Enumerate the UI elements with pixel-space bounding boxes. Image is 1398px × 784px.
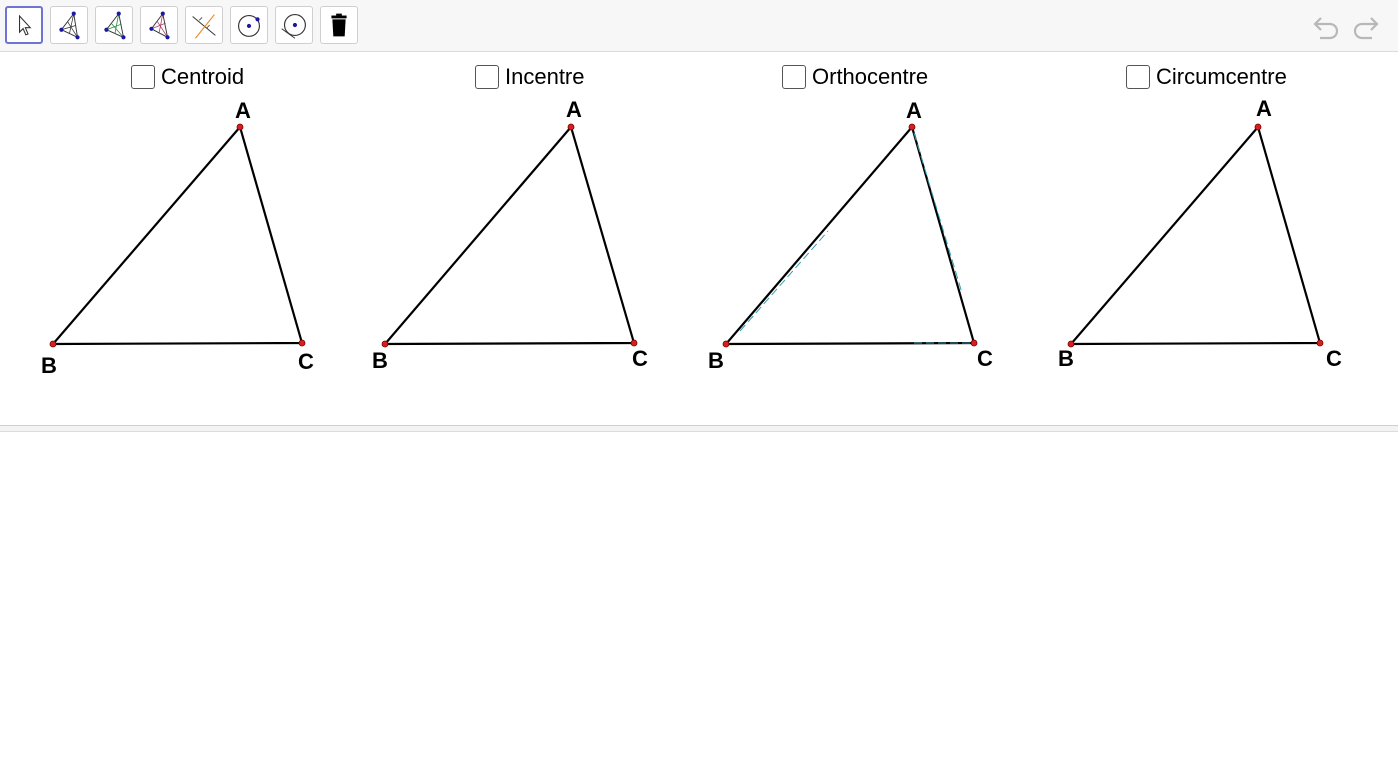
circle-through-point-tool-button[interactable] xyxy=(275,6,313,44)
redo-button[interactable] xyxy=(1350,12,1380,40)
orthocentre-tool-button[interactable] xyxy=(140,6,178,44)
vertex-point-c[interactable] xyxy=(1316,339,1324,347)
vertex-point-a[interactable] xyxy=(236,123,244,131)
vertex-label-a: A xyxy=(566,97,582,122)
triangle-sides xyxy=(1068,124,1322,346)
altitude-hint-lines xyxy=(739,132,970,344)
vertex-label-a: A xyxy=(1256,96,1272,121)
trash-icon xyxy=(331,13,347,37)
vertex-label-b: B xyxy=(41,353,57,378)
delete-tool-button[interactable] xyxy=(320,6,358,44)
undo-button[interactable] xyxy=(1312,12,1342,40)
triangle-centroid: A B C xyxy=(41,98,314,378)
vertex-point-a[interactable] xyxy=(908,123,916,131)
triangle-sides xyxy=(382,124,636,346)
vertex-point-b[interactable] xyxy=(381,340,389,348)
triangle-medians-icon xyxy=(59,11,80,40)
graphics-view[interactable]: Centroid Incentre Orthocentre Circumcent… xyxy=(0,53,1398,425)
triangle-sides xyxy=(723,124,976,346)
lower-panel xyxy=(0,432,1398,784)
vertex-label-a: A xyxy=(906,98,922,123)
triangle-incentre: A B C xyxy=(372,97,648,373)
centroid-tool-button[interactable] xyxy=(50,6,88,44)
vertex-label-c: C xyxy=(632,346,648,371)
vertex-label-b: B xyxy=(708,348,724,373)
geometry-canvas: A B C A B C A B C A B C xyxy=(41,96,1342,378)
triangle-circumcentre: A B C xyxy=(1058,96,1342,371)
circle-through-point-icon xyxy=(281,14,306,39)
undo-icon xyxy=(1313,17,1339,40)
toolbar xyxy=(0,0,1398,52)
circle-centre-tool-button[interactable] xyxy=(230,6,268,44)
vertex-label-b: B xyxy=(372,348,388,373)
vertex-label-c: C xyxy=(1326,346,1342,371)
vertex-label-a: A xyxy=(235,98,251,123)
triangle-altitudes-icon xyxy=(149,11,170,40)
vertex-label-c: C xyxy=(298,349,314,374)
triangle-bisectors-icon xyxy=(104,11,126,40)
vertex-point-a[interactable] xyxy=(1254,123,1262,131)
incentre-tool-button[interactable] xyxy=(95,6,133,44)
move-tool-button[interactable] xyxy=(5,6,43,44)
vertex-point-c[interactable] xyxy=(298,339,306,347)
vertex-point-b[interactable] xyxy=(722,340,730,348)
vertex-label-c: C xyxy=(977,346,993,371)
vertex-label-b: B xyxy=(1058,346,1074,371)
triangle-sides xyxy=(50,124,304,346)
crossing-lines-icon xyxy=(192,14,216,39)
view-divider[interactable] xyxy=(0,425,1398,432)
vertex-point-a[interactable] xyxy=(567,123,575,131)
arrow-pointer-icon xyxy=(18,14,32,36)
triangle-orthocentre: A B C xyxy=(708,98,993,373)
circle-with-center-icon xyxy=(238,14,260,37)
redo-icon xyxy=(1353,17,1379,40)
perpendicular-bisector-tool-button[interactable] xyxy=(185,6,223,44)
vertex-point-b[interactable] xyxy=(49,340,57,348)
